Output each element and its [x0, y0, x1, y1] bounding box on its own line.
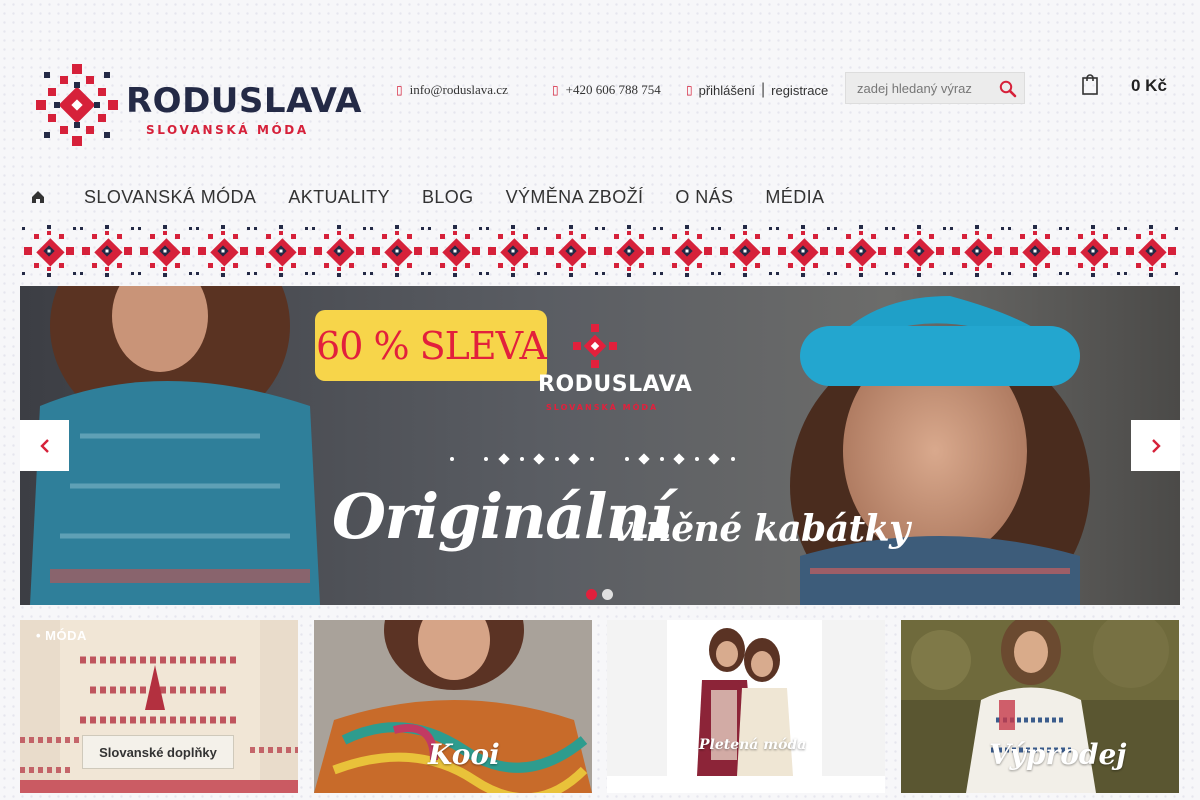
nav-item-blog[interactable]: BLOG: [422, 187, 474, 208]
chevron-right-icon: [1151, 438, 1161, 453]
slider-next-button[interactable]: [1131, 420, 1180, 471]
logo-mark-icon: [36, 64, 118, 146]
tile-image: [607, 620, 885, 793]
category-tile-kooi[interactable]: Kooi: [314, 620, 592, 793]
phone-icon: ▯: [552, 82, 559, 97]
nav-item-vymena-zbozi[interactable]: VÝMĚNA ZBOŽÍ: [506, 187, 644, 208]
chevron-left-icon: [39, 438, 49, 453]
site-logo[interactable]: RODUSLAVA SLOVANSKÁ MÓDA: [34, 62, 361, 150]
nav-item-aktuality[interactable]: AKTUALITY: [288, 187, 390, 208]
nav-item-o-nas[interactable]: O NÁS: [675, 187, 733, 208]
tile-label: Pletená móda: [699, 737, 807, 753]
main-nav: SLOVANSKÁ MÓDA AKTUALITY BLOG VÝMĚNA ZBO…: [20, 178, 856, 216]
email-contact[interactable]: ▯ info@roduslava.cz: [396, 82, 508, 98]
user-icon: ▯: [686, 83, 693, 97]
slide-subline: vlněné kabátky: [612, 508, 910, 550]
email-link[interactable]: info@roduslava.cz: [410, 82, 508, 98]
discount-badge: 60 % SLEVA: [315, 310, 547, 381]
tile-label: Výprodej: [989, 738, 1127, 771]
slide-brand-name: RODUSLAVA: [538, 372, 693, 397]
cart-total[interactable]: 0 Kč: [1131, 76, 1167, 96]
decorative-ornament-band: [20, 225, 1180, 277]
search-box: [845, 72, 1025, 104]
search-input[interactable]: [855, 80, 999, 97]
category-tile-slovanske-doplnky[interactable]: • MÓDA Slovanské doplňky: [20, 620, 298, 793]
tile-label-button[interactable]: Slovanské doplňky: [82, 735, 234, 769]
home-link[interactable]: [20, 178, 56, 216]
nav-item-slovanska-moda[interactable]: SLOVANSKÁ MÓDA: [84, 187, 256, 208]
phone-contact[interactable]: ▯ +420 606 788 754: [552, 82, 661, 98]
home-icon: [32, 191, 44, 203]
account-links: ▯ přihlášení | registrace: [686, 81, 828, 99]
tile-label: Kooi: [428, 738, 500, 771]
envelope-icon: ▯: [396, 82, 403, 97]
slider-pagination: [586, 589, 613, 600]
register-link[interactable]: registrace: [771, 83, 828, 98]
auth-separator: |: [760, 81, 766, 98]
nav-item-media[interactable]: MÉDIA: [765, 187, 824, 208]
brand-tagline: SLOVANSKÁ MÓDA: [146, 123, 309, 137]
slide-brand-tagline: SLOVANSKÁ MÓDA: [546, 403, 659, 412]
hero-slider[interactable]: 60 % SLEVA RODUSLAVA SLOVANSKÁ MÓDA Orig…: [20, 286, 1180, 605]
category-tile-vyprodej[interactable]: Výprodej: [901, 620, 1179, 793]
brand-name: RODUSLAVA: [126, 81, 362, 121]
phone-link[interactable]: +420 606 788 754: [566, 82, 661, 98]
cart-icon[interactable]: [1080, 74, 1100, 96]
login-link[interactable]: přihlášení: [699, 83, 755, 98]
slider-dot-1[interactable]: [586, 589, 597, 600]
hero-photo: [20, 286, 1180, 605]
tile-tag: • MÓDA: [36, 628, 87, 643]
search-icon[interactable]: [998, 79, 1018, 99]
slider-prev-button[interactable]: [20, 420, 69, 471]
slider-dot-2[interactable]: [602, 589, 613, 600]
category-tile-pletena-moda[interactable]: Pletená móda: [607, 620, 885, 793]
